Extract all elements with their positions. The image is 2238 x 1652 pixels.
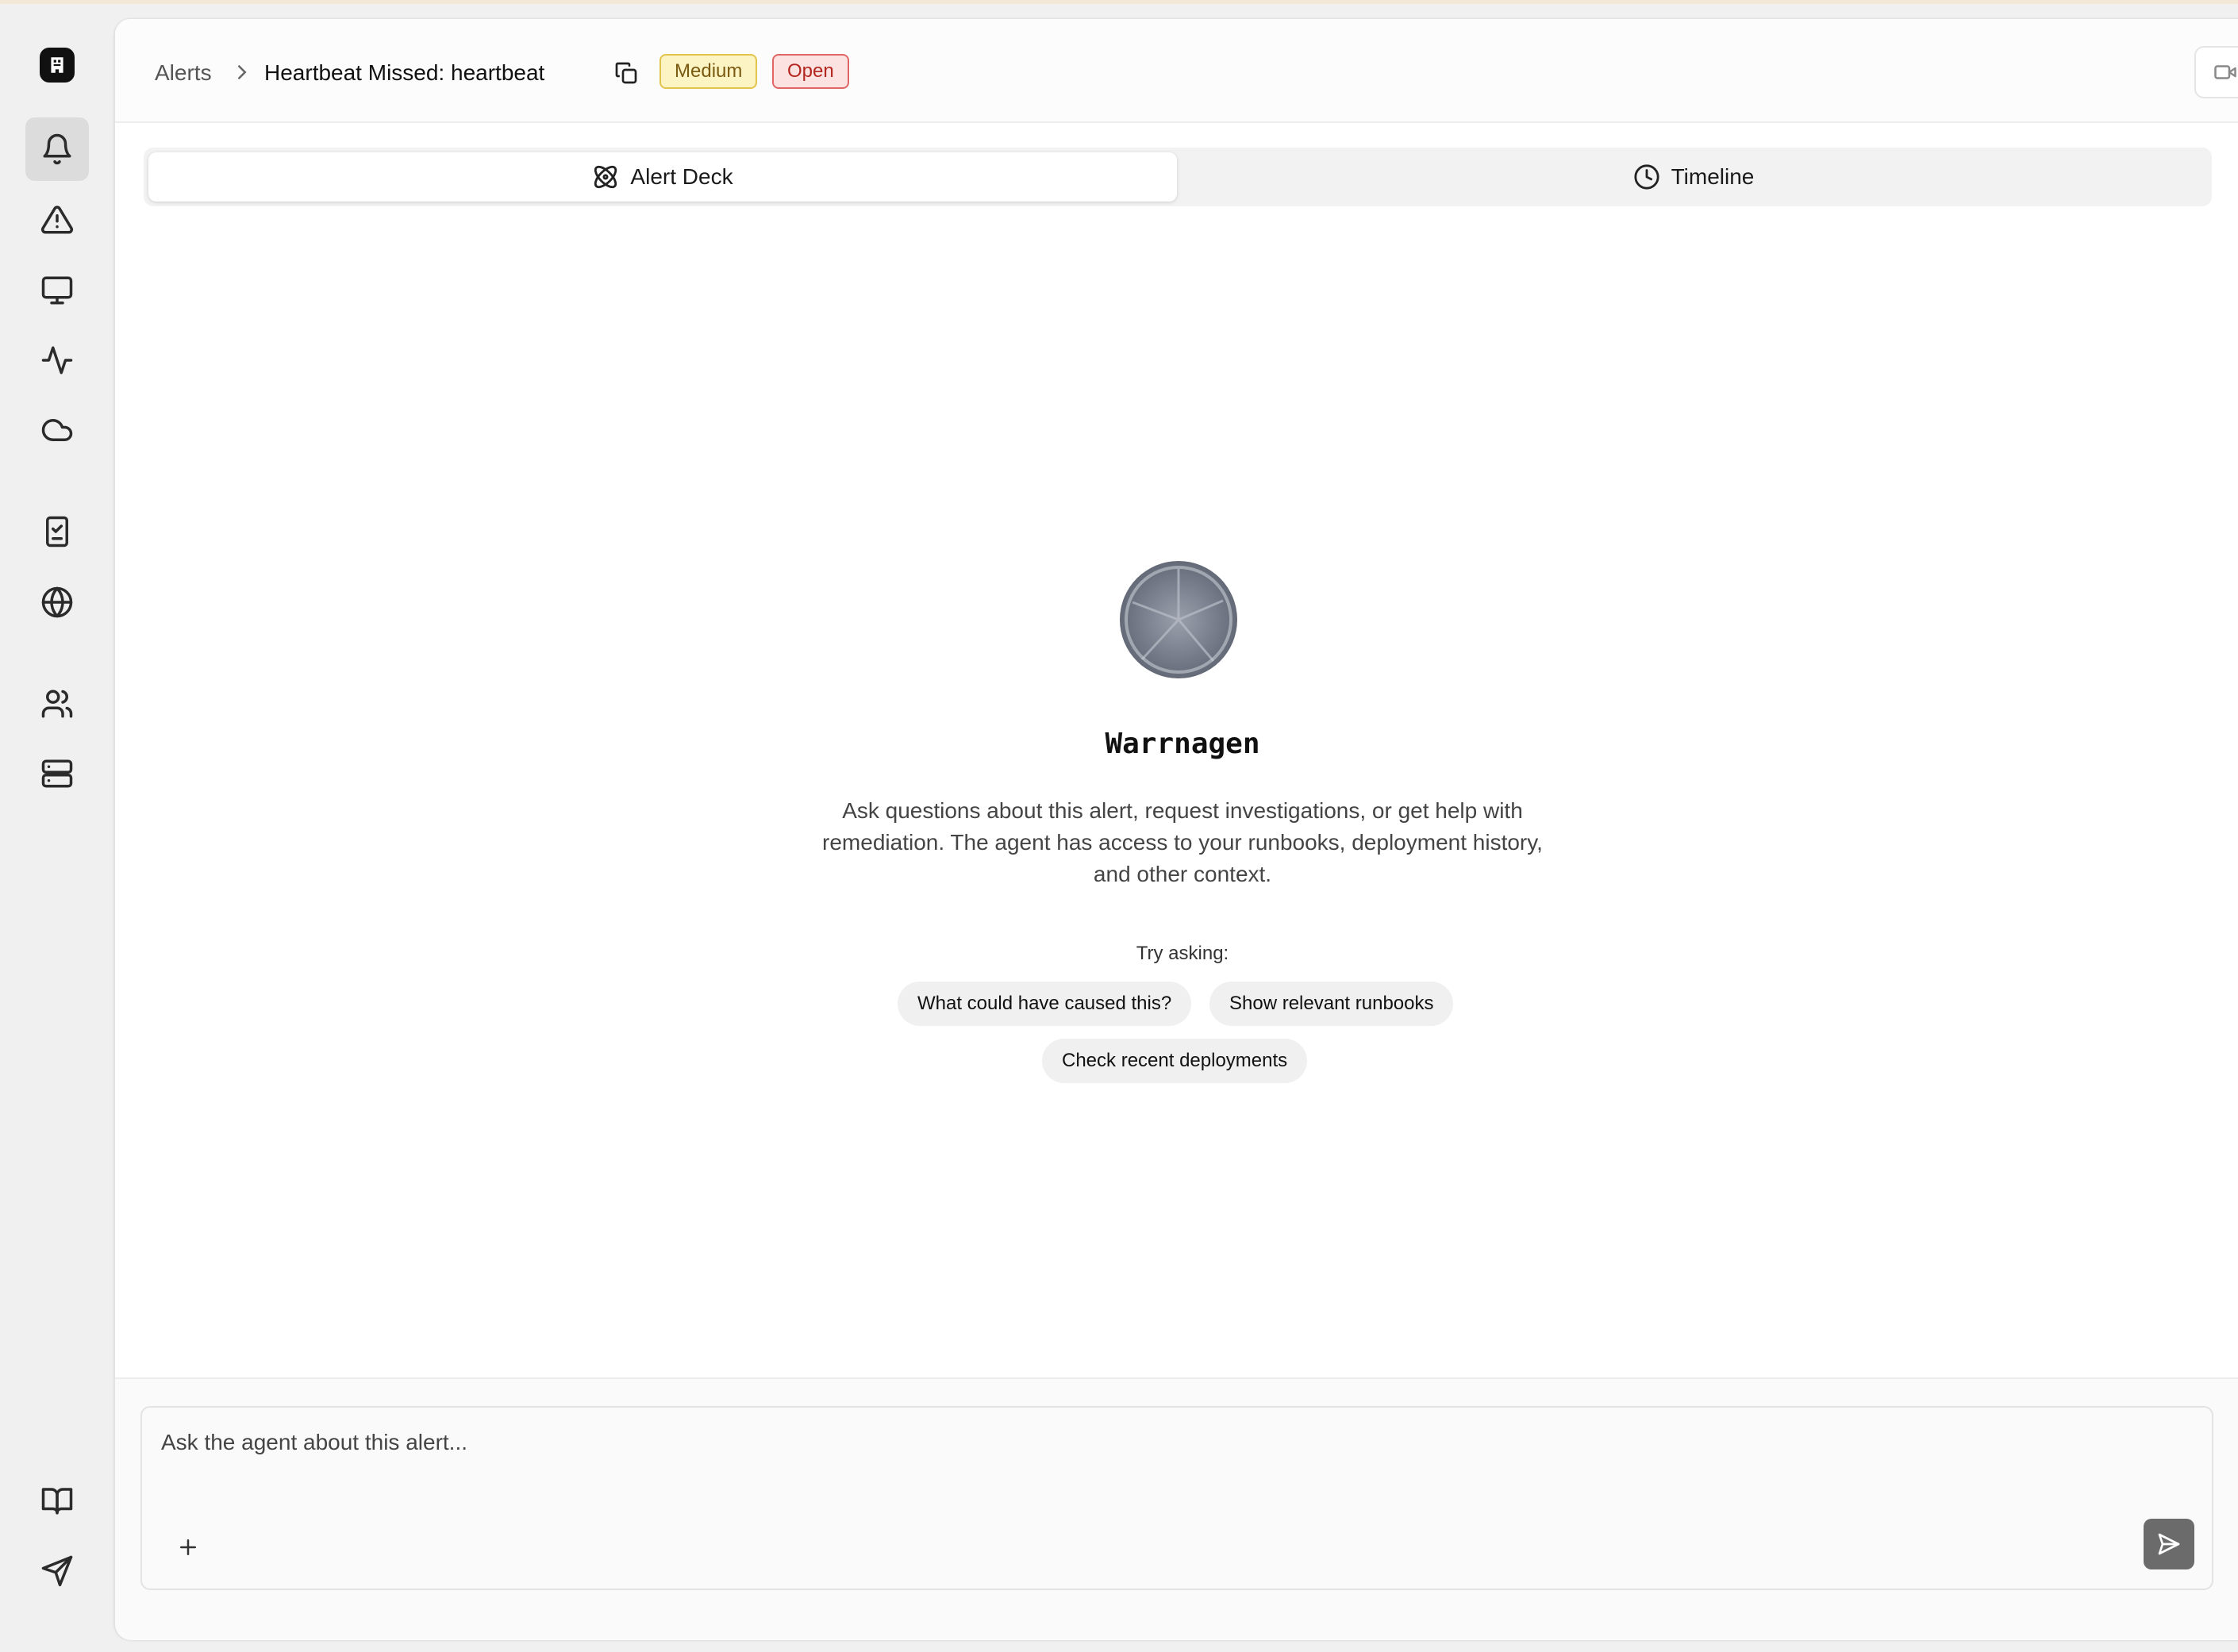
server-icon [41, 759, 73, 788]
copy-button[interactable] [609, 56, 644, 90]
view-tabs: Alert Deck Timeline [144, 148, 2212, 206]
sidebar-item-services[interactable] [25, 742, 89, 805]
sidebar-item-teams[interactable] [25, 672, 89, 736]
sidebar-item-monitors[interactable] [25, 259, 89, 322]
sidebar [0, 4, 114, 1652]
agent-description: Ask questions about this alert, request … [822, 798, 1543, 886]
send-button[interactable] [2144, 1519, 2194, 1569]
users-icon [41, 690, 73, 718]
monitor-icon [41, 276, 73, 305]
activity-pulse-icon [41, 346, 73, 375]
building-icon [51, 57, 63, 73]
tab-timeline[interactable]: Timeline [1180, 152, 2207, 202]
composer-area [115, 1377, 2238, 1640]
chevron-right-icon [238, 65, 247, 79]
breadcrumb-alerts-link[interactable]: Alerts [155, 59, 212, 87]
app-logo[interactable] [40, 48, 75, 83]
atom-icon [594, 165, 617, 189]
globe-icon [41, 586, 73, 618]
try-asking-label: Try asking: [1136, 943, 1229, 964]
alert-header: Alerts Heartbeat Missed: heartbeat Mediu… [115, 19, 2238, 123]
suggestion-chip-runbooks[interactable]: Show relevant runbooks [1209, 982, 1454, 1026]
agent-avatar-graphic [1125, 566, 1232, 674]
copy-icon [615, 62, 637, 84]
agent-avatar [1120, 561, 1237, 678]
sidebar-item-runbooks[interactable] [25, 500, 89, 563]
suggestion-chip-deployments[interactable]: Check recent deployments [1042, 1039, 1308, 1083]
send-icon [2158, 1533, 2180, 1555]
plus-icon [180, 1539, 196, 1555]
send-paper-plane-icon [41, 1555, 73, 1587]
clock-icon [1634, 164, 1659, 190]
sidebar-item-alerts[interactable] [25, 117, 89, 181]
video-call-button[interactable] [2194, 46, 2238, 98]
sidebar-item-feedback[interactable] [25, 1539, 89, 1603]
sidebar-item-status-pages[interactable] [25, 571, 89, 634]
add-attachment-button[interactable] [174, 1533, 202, 1562]
suggestion-chip-causes[interactable]: What could have caused this? [898, 982, 1192, 1026]
agent-message-input[interactable] [161, 1425, 2145, 1460]
top-accent-line [0, 0, 2238, 4]
checklist-book-icon [46, 516, 68, 547]
video-icon [2214, 65, 2236, 79]
status-badge: Open [772, 54, 849, 89]
tab-alert-deck[interactable]: Alert Deck [148, 152, 1177, 202]
open-book-icon [41, 1488, 73, 1515]
sidebar-item-heartbeats[interactable] [25, 328, 89, 392]
bell-icon [43, 133, 71, 165]
page-title: Heartbeat Missed: heartbeat [264, 60, 545, 85]
agent-name: Warrnagen [1105, 728, 1260, 760]
sidebar-item-cloud[interactable] [25, 398, 89, 462]
warning-triangle-icon [40, 206, 74, 234]
severity-badge: Medium [659, 54, 758, 89]
agent-composer [140, 1406, 2213, 1590]
sidebar-item-incidents[interactable] [25, 188, 89, 252]
cloud-icon [41, 419, 73, 441]
sidebar-item-docs[interactable] [25, 1469, 89, 1532]
main-panel: Alerts Heartbeat Missed: heartbeat Mediu… [114, 18, 2238, 1640]
tab-alert-deck-label: Alert Deck [630, 164, 733, 189]
tab-timeline-label: Timeline [1671, 164, 1755, 189]
